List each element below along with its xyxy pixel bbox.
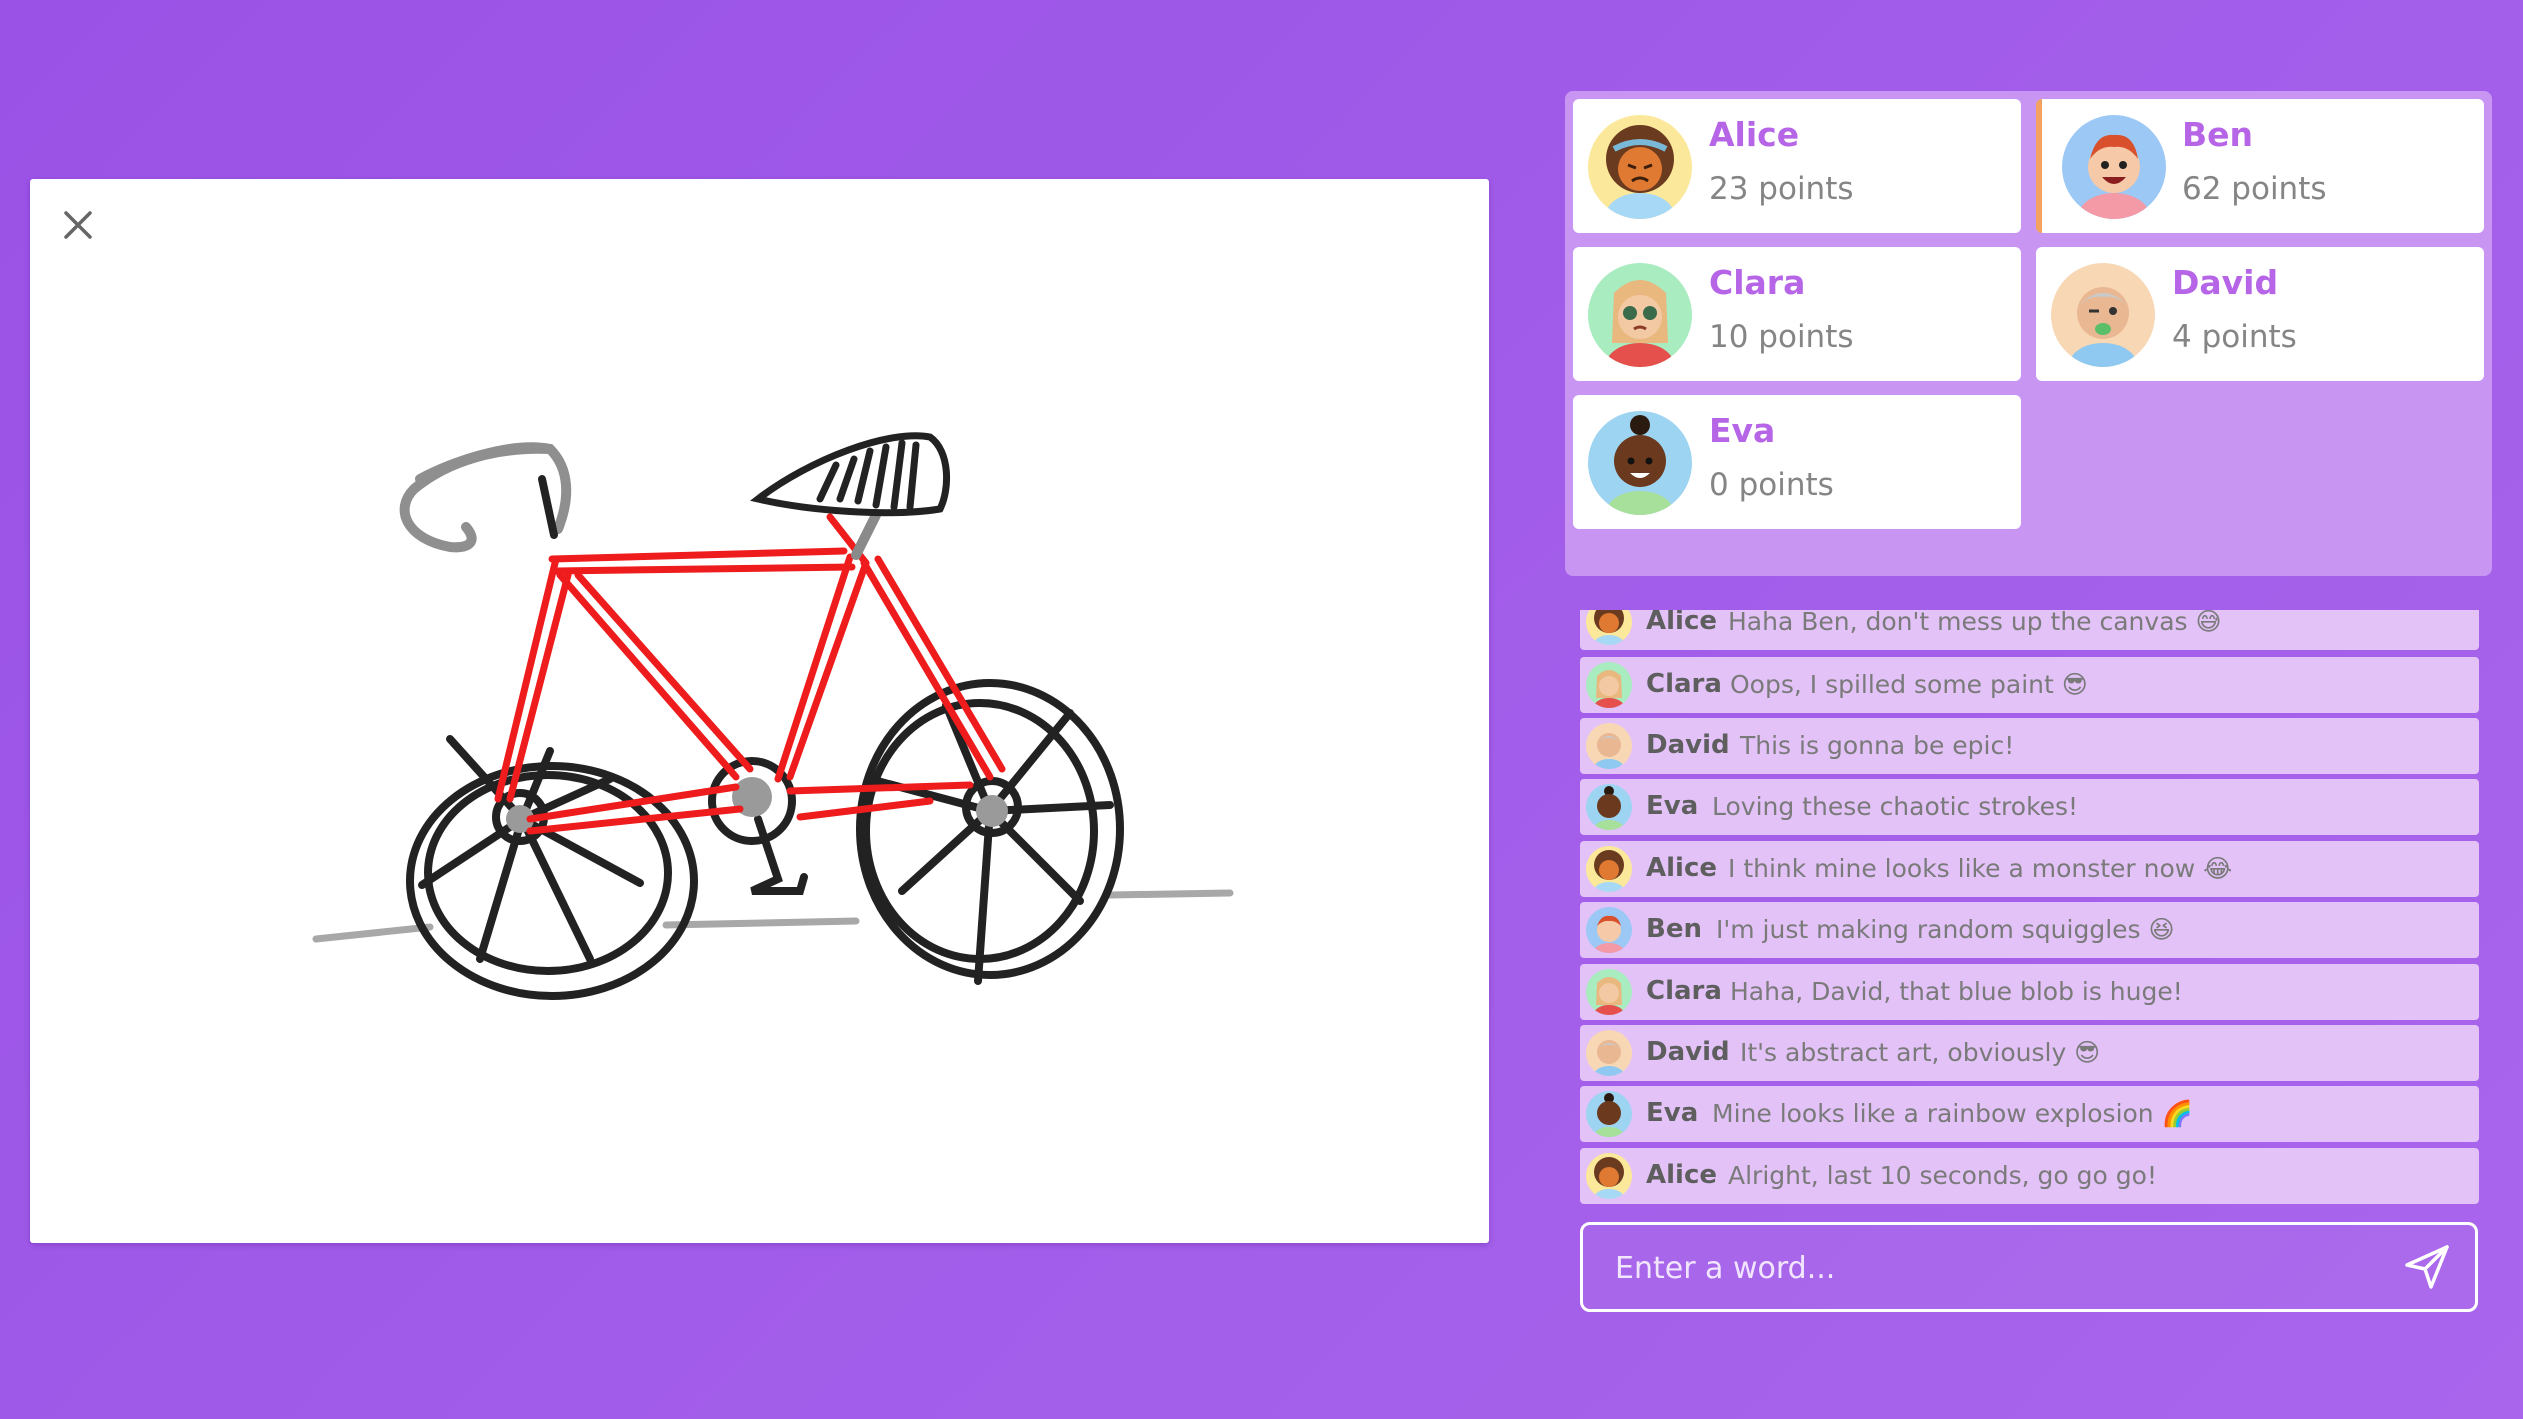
chat-author: Eva — [1646, 1098, 1699, 1128]
avatar — [1586, 846, 1632, 892]
avatar — [1588, 263, 1692, 367]
player-card-eva: Eva 0 points — [1573, 395, 2021, 529]
avatar — [1586, 610, 1632, 645]
word-input[interactable] — [1613, 1225, 2377, 1311]
chat-author: Eva — [1646, 791, 1699, 821]
close-icon — [64, 211, 92, 239]
chat-text: Haha, David, that blue blob is huge! — [1730, 977, 2183, 1006]
player-points: 62 points — [2182, 171, 2327, 207]
avatar — [1586, 662, 1632, 708]
player-name: Eva — [1709, 411, 1776, 450]
chat-author: Ben — [1646, 914, 1702, 944]
chat-message: Eva Loving these chaotic strokes! — [1580, 779, 2479, 835]
chat-list[interactable]: Alice Haha Ben, don't mess up the canvas… — [1580, 610, 2479, 1206]
chat-message: Eva Mine looks like a rainbow explosion … — [1580, 1086, 2479, 1142]
send-icon — [2405, 1245, 2449, 1289]
avatar — [2062, 115, 2166, 219]
avatar — [1586, 784, 1632, 830]
close-button[interactable] — [56, 203, 100, 247]
player-card-ben: Ben 62 points — [2036, 99, 2484, 233]
chat-text: This is gonna be epic! — [1740, 731, 2015, 760]
send-button[interactable] — [2401, 1241, 2453, 1293]
avatar — [1586, 1153, 1632, 1199]
drawing-canvas[interactable] — [30, 179, 1489, 1243]
avatar — [1588, 411, 1692, 515]
bicycle-drawing — [312, 432, 1234, 1000]
avatar — [1588, 115, 1692, 219]
chat-author: Alice — [1646, 1160, 1717, 1190]
player-name: Alice — [1709, 115, 1800, 154]
player-points: 0 points — [1709, 467, 1834, 503]
player-card-clara: Clara 10 points — [1573, 247, 2021, 381]
chat-text: Alright, last 10 seconds, go go go! — [1728, 1161, 2157, 1190]
chat-message: Ben I'm just making random squiggles 😆 — [1580, 902, 2479, 958]
avatar — [2051, 263, 2155, 367]
chat-text: Loving these chaotic strokes! — [1712, 792, 2079, 821]
avatar — [1586, 969, 1632, 1015]
player-points: 4 points — [2172, 319, 2297, 355]
chat-message: Alice Haha Ben, don't mess up the canvas… — [1580, 610, 2479, 650]
chat-text: Mine looks like a rainbow explosion 🌈 — [1712, 1099, 2193, 1128]
scoreboard: Alice 23 points Ben 62 points Clara 10 p… — [1565, 91, 2492, 576]
chat-message: Alice I think mine looks like a monster … — [1580, 841, 2479, 897]
chat-text: Haha Ben, don't mess up the canvas 😅 — [1728, 610, 2222, 636]
chat-author: Clara — [1646, 976, 1722, 1006]
chat-text: I'm just making random squiggles 😆 — [1716, 915, 2175, 944]
chat-text: It's abstract art, obviously 😎 — [1740, 1038, 2101, 1067]
chat-author: David — [1646, 1037, 1730, 1067]
player-name: Ben — [2182, 115, 2254, 154]
player-points: 23 points — [1709, 171, 1854, 207]
chat-author: David — [1646, 730, 1730, 760]
chat-message: Alice Alright, last 10 seconds, go go go… — [1580, 1148, 2479, 1204]
avatar — [1586, 1091, 1632, 1137]
avatar — [1586, 1030, 1632, 1076]
chat-message: David It's abstract art, obviously 😎 — [1580, 1025, 2479, 1081]
player-points: 10 points — [1709, 319, 1854, 355]
chat-message: Clara Oops, I spilled some paint 😎 — [1580, 657, 2479, 713]
chat-author: Alice — [1646, 610, 1717, 636]
word-input-box — [1580, 1222, 2478, 1312]
avatar — [1586, 723, 1632, 769]
player-name: David — [2172, 263, 2279, 302]
avatar — [1586, 907, 1632, 953]
chat-author: Clara — [1646, 669, 1722, 699]
chat-text: I think mine looks like a monster now 😂 — [1728, 854, 2233, 883]
chat-author: Alice — [1646, 853, 1717, 883]
chat-text: Oops, I spilled some paint 😎 — [1730, 670, 2088, 699]
player-card-david: David 4 points — [2036, 247, 2484, 381]
player-name: Clara — [1709, 263, 1806, 302]
chat-message: David This is gonna be epic! — [1580, 718, 2479, 774]
chat-message: Clara Haha, David, that blue blob is hug… — [1580, 964, 2479, 1020]
player-card-alice: Alice 23 points — [1573, 99, 2021, 233]
